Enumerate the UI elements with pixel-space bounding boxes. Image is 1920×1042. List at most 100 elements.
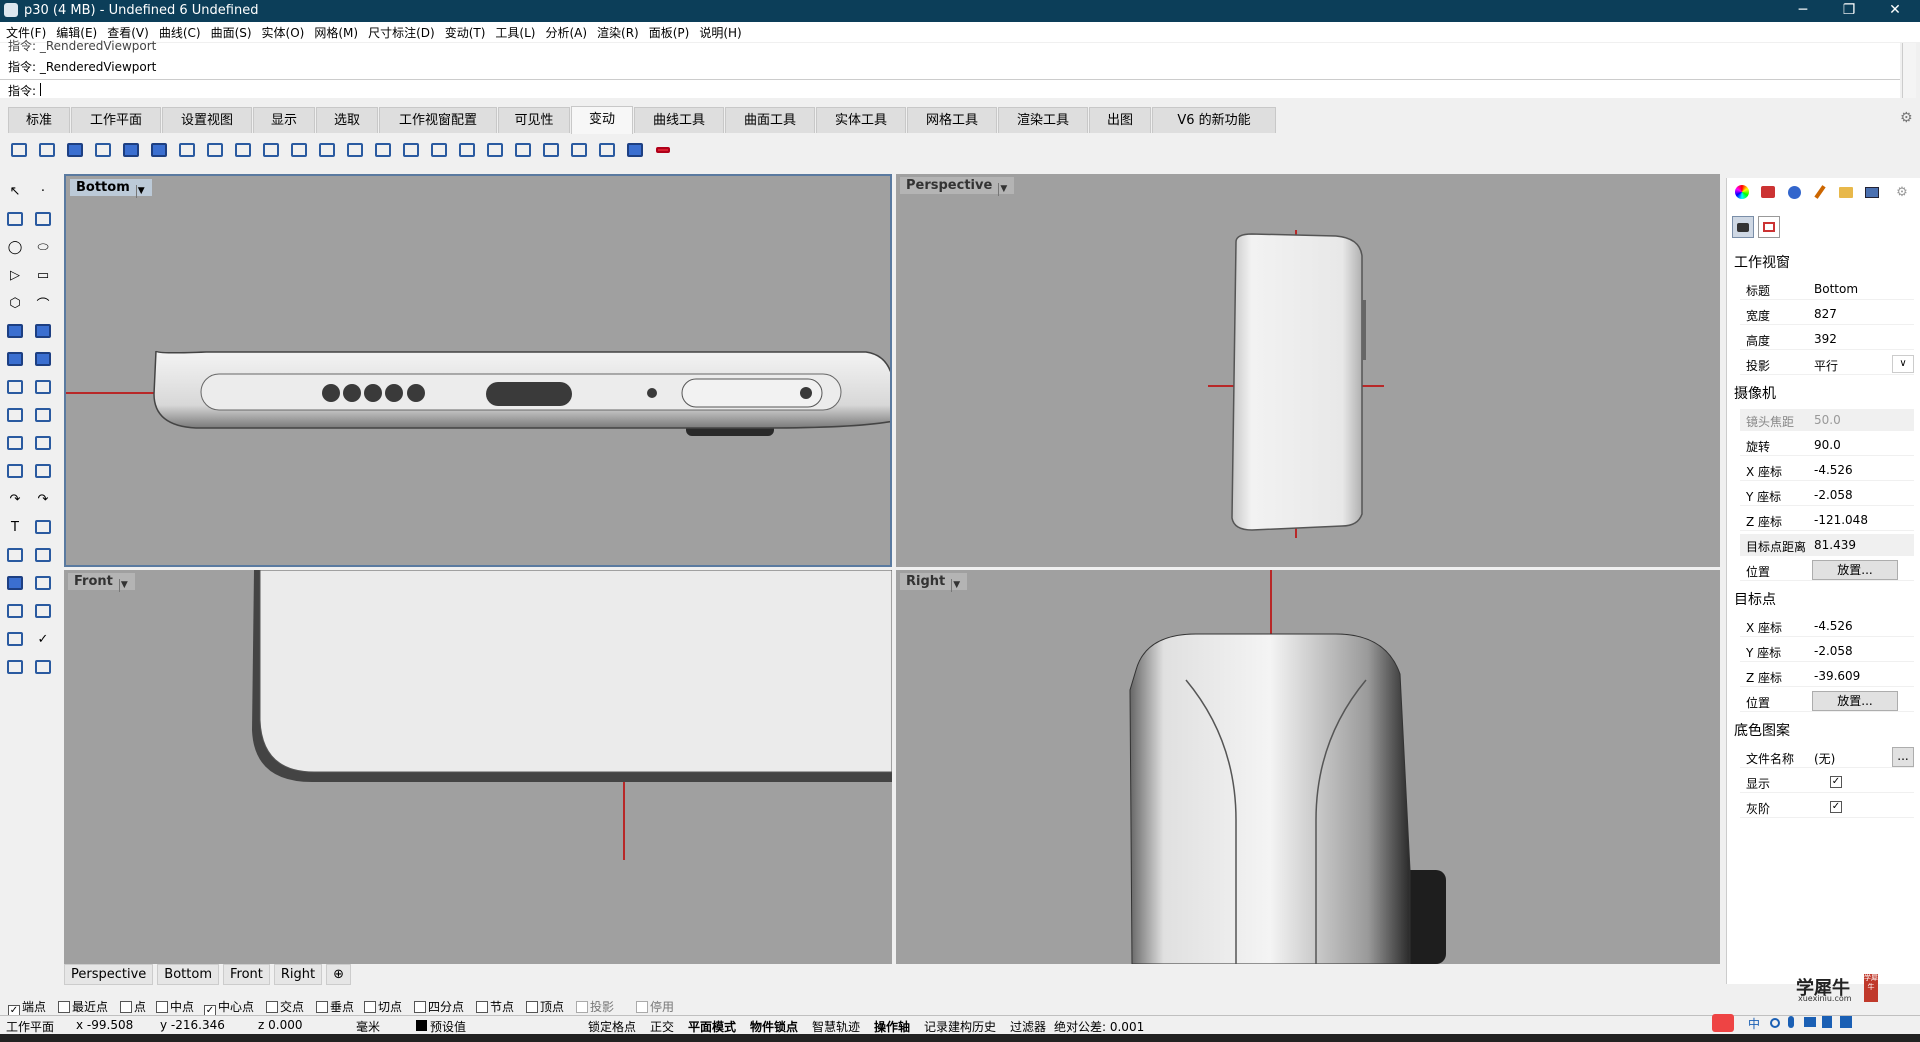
- more-arrow-icon[interactable]: [652, 139, 674, 161]
- status-grid-snap[interactable]: 锁定格点: [588, 1018, 636, 1035]
- browse-button[interactable]: ...: [1892, 747, 1914, 767]
- tab-solid-tools[interactable]: 实体工具: [816, 107, 906, 133]
- color-wheel-icon[interactable]: [1732, 182, 1752, 202]
- menu-curve[interactable]: 曲线(C): [153, 22, 205, 41]
- grid-icon[interactable]: [4, 600, 26, 622]
- status-cplane[interactable]: 工作平面: [6, 1018, 54, 1035]
- status-filter[interactable]: 过滤器: [1010, 1018, 1046, 1035]
- menu-tools[interactable]: 工具(L): [489, 22, 539, 41]
- tab-standard[interactable]: 标准: [8, 107, 70, 133]
- viewport-tab-front[interactable]: Front: [222, 964, 270, 985]
- close-button[interactable]: ✕: [1872, 0, 1918, 22]
- taper-icon[interactable]: [484, 139, 506, 161]
- offset-icon[interactable]: ↷: [4, 488, 26, 510]
- ellipse-icon[interactable]: ⬭: [32, 236, 54, 258]
- osnap-point[interactable]: 点: [120, 998, 146, 1015]
- prop-value[interactable]: 392: [1814, 332, 1837, 346]
- split-icon[interactable]: [32, 432, 54, 454]
- viewport-perspective[interactable]: Perspective ▼: [896, 174, 1720, 567]
- cylinder-icon[interactable]: [4, 376, 26, 398]
- place-target-button[interactable]: 放置...: [1812, 691, 1898, 711]
- copy-icon[interactable]: [36, 139, 58, 161]
- menu-solid[interactable]: 实体(O): [256, 22, 309, 41]
- osnap-perp[interactable]: 垂点: [316, 998, 354, 1015]
- check-icon[interactable]: ✓: [32, 628, 54, 650]
- command-line-spinner[interactable]: [1902, 79, 1916, 98]
- analyze-icon[interactable]: [32, 600, 54, 622]
- gear-icon[interactable]: ⚙: [1900, 110, 1913, 126]
- grayscale-checkbox[interactable]: ✓: [1830, 801, 1842, 813]
- image-icon[interactable]: [1862, 182, 1882, 202]
- viewport-tab-right[interactable]: Right: [273, 964, 323, 985]
- tab-viewport-layout[interactable]: 工作视窗配置: [379, 107, 497, 133]
- light-icon[interactable]: [4, 404, 26, 426]
- osnap-quad[interactable]: 四分点: [414, 998, 464, 1015]
- projection-select[interactable]: 平行: [1814, 357, 1838, 374]
- tab-select[interactable]: 选取: [316, 107, 378, 133]
- viewport-tab-perspective[interactable]: Perspective: [64, 964, 154, 985]
- keyboard-icon[interactable]: [1804, 1017, 1816, 1027]
- tab-surface-tools[interactable]: 曲面工具: [725, 107, 815, 133]
- viewport-front[interactable]: Front ▼: [64, 570, 892, 964]
- align-icon[interactable]: [260, 139, 282, 161]
- microphone-icon[interactable]: [1788, 1016, 1794, 1028]
- tab-drafting[interactable]: 出图: [1089, 107, 1151, 133]
- fillet-icon[interactable]: ↷: [32, 488, 54, 510]
- tab-visibility[interactable]: 可见性: [498, 107, 570, 133]
- group-icon[interactable]: [4, 460, 26, 482]
- solid-box-icon[interactable]: [4, 572, 26, 594]
- menu-mesh[interactable]: 网格(M): [308, 22, 362, 41]
- render-icon[interactable]: [4, 656, 26, 678]
- moon-icon[interactable]: [1770, 1018, 1780, 1028]
- status-layer[interactable]: 预设值: [430, 1018, 466, 1035]
- curve-icon[interactable]: [32, 208, 54, 230]
- prop-value[interactable]: -4.526: [1814, 619, 1853, 633]
- viewport-right[interactable]: Right ▼: [896, 570, 1720, 964]
- sogou-ime-icon[interactable]: [1712, 1014, 1734, 1032]
- boolean-icon[interactable]: [32, 348, 54, 370]
- cplane-icon[interactable]: [32, 572, 54, 594]
- menu-analyze[interactable]: 分析(A): [539, 22, 591, 41]
- distribute-icon[interactable]: [288, 139, 310, 161]
- menu-transform[interactable]: 变动(T): [439, 22, 490, 41]
- move-icon[interactable]: [8, 139, 30, 161]
- minimize-button[interactable]: ─: [1780, 0, 1826, 22]
- dimension-icon[interactable]: [32, 516, 54, 538]
- explode-icon[interactable]: [32, 404, 54, 426]
- show-checkbox[interactable]: ✓: [1830, 776, 1842, 788]
- prop-value[interactable]: 90.0: [1814, 438, 1841, 452]
- menu-dimension[interactable]: 尺寸标注(D): [362, 22, 439, 41]
- extrude-icon[interactable]: [32, 320, 54, 342]
- flow-along-surface-icon[interactable]: [596, 139, 618, 161]
- cage-edit-icon[interactable]: [400, 139, 422, 161]
- polygon-icon[interactable]: ⬡: [4, 292, 26, 314]
- viewport-bottom[interactable]: Bottom ▼: [64, 174, 892, 567]
- command-line[interactable]: 指令:: [0, 79, 1900, 98]
- box-icon[interactable]: [4, 348, 26, 370]
- osnap-disable[interactable]: 停用: [636, 998, 674, 1015]
- prop-value[interactable]: Bottom: [1814, 282, 1858, 296]
- tab-curve-tools[interactable]: 曲线工具: [634, 107, 724, 133]
- shear-icon[interactable]: [540, 139, 562, 161]
- menu-panels[interactable]: 面板(P): [643, 22, 694, 41]
- osnap-near[interactable]: 最近点: [58, 998, 108, 1015]
- curvature-icon[interactable]: [4, 628, 26, 650]
- grid-menu-icon[interactable]: [1840, 1016, 1852, 1028]
- smooth-icon[interactable]: [568, 139, 590, 161]
- material-icon[interactable]: [32, 656, 54, 678]
- array-icon[interactable]: [176, 139, 198, 161]
- prop-value[interactable]: 827: [1814, 307, 1837, 321]
- polar-array-icon[interactable]: [344, 139, 366, 161]
- circle-icon[interactable]: ◯: [4, 236, 26, 258]
- prop-value[interactable]: -2.058: [1814, 644, 1853, 658]
- text-icon[interactable]: T: [4, 516, 26, 538]
- prop-value[interactable]: -4.526: [1814, 463, 1853, 477]
- fillet-curve-icon[interactable]: ⌒: [32, 292, 54, 314]
- stretch-icon[interactable]: [428, 139, 450, 161]
- maximize-button[interactable]: ❐: [1826, 0, 1872, 22]
- viewport-tab-bottom[interactable]: Bottom: [157, 964, 219, 985]
- shirt-icon[interactable]: [1822, 1016, 1832, 1028]
- status-gumball[interactable]: 操作轴: [874, 1018, 910, 1035]
- box-edit-icon[interactable]: [624, 139, 646, 161]
- select-icon[interactable]: ↖: [4, 180, 26, 202]
